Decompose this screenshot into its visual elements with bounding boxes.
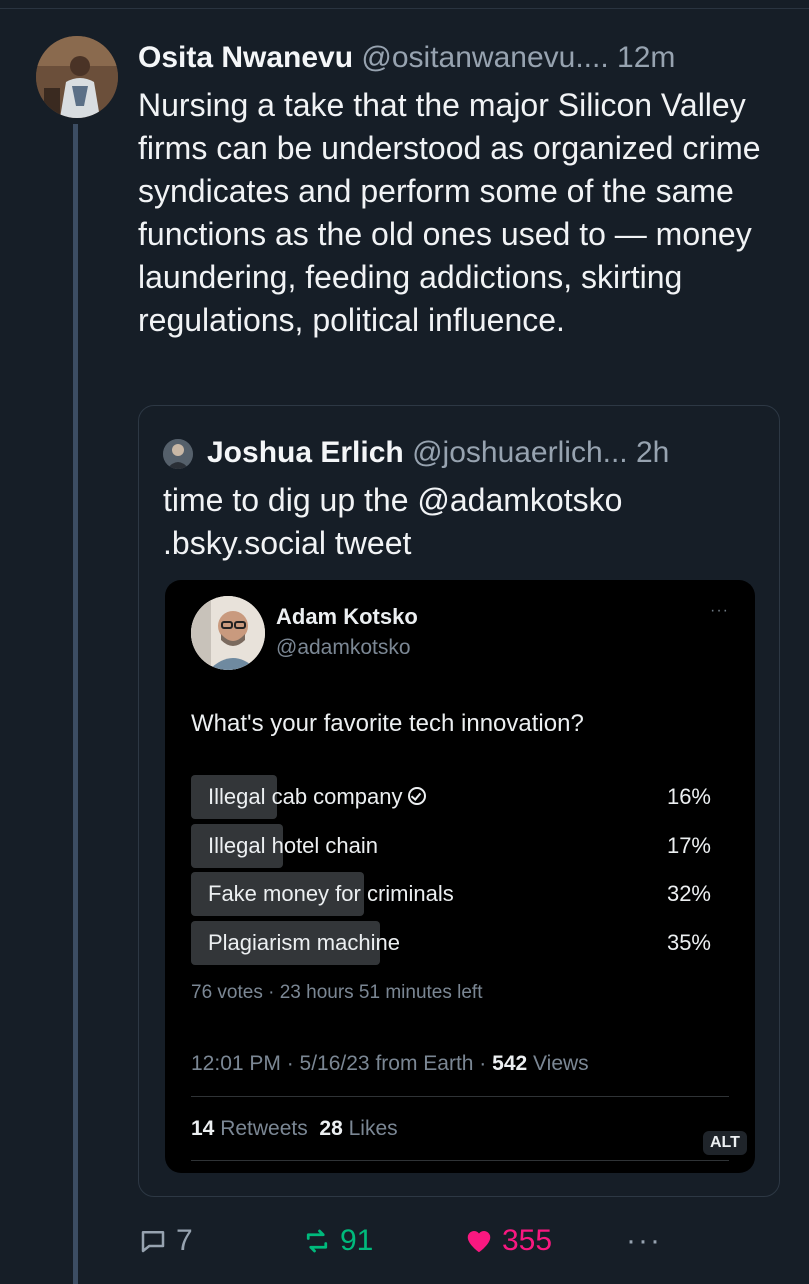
thread-line	[73, 124, 78, 1284]
poll-question: What's your favorite tech innovation?	[191, 710, 584, 737]
quote-author-handle: @joshuaerlich...	[412, 436, 628, 469]
repost-count: 91	[340, 1224, 374, 1257]
post-actions: 7 91 355 ···	[138, 1218, 778, 1264]
repost-icon	[306, 1229, 328, 1253]
quote-author-name: Joshua Erlich	[207, 436, 404, 469]
embedded-author-handle: @adamkotsko	[276, 636, 411, 659]
embedded-tweet-screenshot[interactable]: Adam Kotsko @adamkotsko ··· What's your …	[165, 580, 755, 1173]
poll-option-label: Illegal hotel chain	[208, 832, 379, 858]
poll-option-percent: 17%	[666, 832, 711, 858]
author-handle[interactable]: @ositanwanevu....	[361, 41, 608, 74]
heart-icon	[467, 1231, 491, 1253]
poll: Illegal cab company 16% Illegal hotel ch…	[191, 775, 711, 969]
post-header: Osita Nwanevu @ositanwanevu.... 12m	[138, 38, 788, 78]
poll-option: Fake money for criminals 32%	[191, 872, 711, 916]
quote-author-avatar	[163, 439, 193, 469]
like-count: 355	[502, 1224, 553, 1257]
poll-option: Plagiarism machine 35%	[191, 920, 711, 965]
likes-count: 28	[319, 1117, 343, 1140]
quote-post-card[interactable]: Joshua Erlich @joshuaerlich... 2h time t…	[138, 405, 780, 1197]
views-count: 542	[492, 1052, 528, 1075]
poll-option-label: Plagiarism machine	[208, 929, 400, 955]
quote-text-line-2: .bsky.social tweet	[163, 525, 412, 561]
more-options-icon[interactable]: ···	[626, 1218, 662, 1264]
poll-option-percent: 16%	[666, 784, 711, 809]
divider	[191, 1096, 729, 1097]
quote-header: Joshua Erlich @joshuaerlich... 2h	[207, 433, 669, 473]
quote-text-line-1: time to dig up the @adamkotsko	[163, 482, 623, 518]
poll-option-percent: 32%	[666, 881, 711, 906]
alt-text-badge[interactable]: ALT	[703, 1131, 747, 1155]
post-time[interactable]: 12m	[617, 41, 675, 74]
reply-button[interactable]: 7	[138, 1218, 193, 1264]
poll-option-label: Illegal cab company	[208, 775, 427, 819]
divider	[191, 1160, 729, 1161]
quote-text: time to dig up the @adamkotsko .bsky.soc…	[163, 479, 763, 565]
top-divider	[0, 8, 809, 9]
quote-time: 2h	[635, 436, 670, 469]
poll-option-percent: 35%	[666, 929, 711, 955]
repost-button[interactable]: 91	[302, 1218, 373, 1264]
tweet-meta: 12:01 PM · 5/16/23 from Earth · 542 View…	[191, 1052, 589, 1075]
post-text: Nursing a take that the major Silicon Va…	[138, 87, 761, 338]
poll-meta: 76 votes · 23 hours 51 minutes left	[191, 982, 483, 1003]
poll-option: Illegal cab company 16%	[191, 775, 711, 819]
embedded-more-icon: ···	[710, 602, 729, 619]
reply-icon	[141, 1231, 165, 1253]
tweet-stats: 14 Retweets 28 Likes	[191, 1117, 398, 1140]
author-avatar[interactable]	[36, 36, 118, 118]
like-button[interactable]: 355	[464, 1218, 552, 1264]
poll-option-label: Fake money for criminals	[208, 881, 454, 906]
embedded-author-avatar	[191, 596, 265, 670]
poll-option: Illegal hotel chain 17%	[191, 823, 711, 868]
embedded-author-name: Adam Kotsko	[276, 604, 418, 629]
retweets-count: 14	[191, 1117, 215, 1140]
reply-count: 7	[176, 1224, 193, 1257]
check-circle-icon	[408, 787, 427, 805]
author-name[interactable]: Osita Nwanevu	[138, 41, 353, 74]
